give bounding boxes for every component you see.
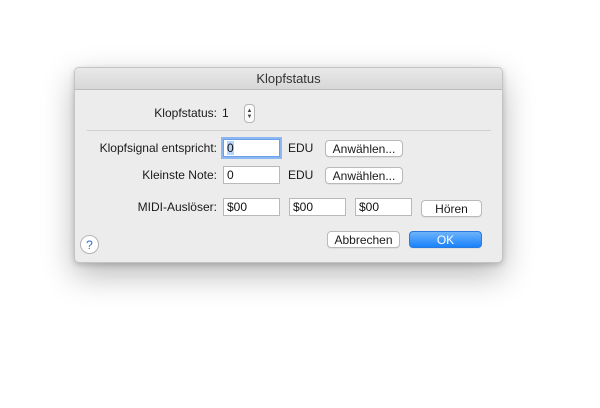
chevron-down-icon: ▼ [246, 113, 253, 120]
signal-label: Klopfsignal entspricht: [99, 141, 217, 155]
ok-button[interactable]: OK [409, 231, 482, 248]
midi-label: MIDI-Auslöser: [137, 200, 217, 214]
smallest-note-choose-button[interactable]: Anwählen... [325, 167, 403, 184]
help-button[interactable]: ? [80, 235, 99, 254]
cancel-button[interactable]: Abbrechen [327, 231, 400, 248]
status-label: Klopfstatus: [154, 106, 217, 120]
status-value: 1 [222, 106, 229, 120]
midi-input-3[interactable]: $00 [355, 198, 412, 216]
smallest-note-input[interactable]: 0 [223, 166, 280, 184]
smallest-note-label: Kleinste Note: [142, 168, 217, 182]
help-icon: ? [86, 238, 93, 252]
midi-input-1[interactable]: $00 [223, 198, 280, 216]
listen-button[interactable]: Hören [421, 200, 482, 217]
status-stepper[interactable]: ▲ ▼ [244, 104, 255, 123]
signal-unit: EDU [288, 141, 314, 155]
signal-input[interactable]: 0 [223, 139, 280, 157]
dialog-title: Klopfstatus [75, 68, 502, 90]
klopfstatus-dialog: Klopfstatus Klopfstatus: 1 ▲ ▼ Klopfsign… [74, 67, 503, 263]
midi-input-2[interactable]: $00 [289, 198, 346, 216]
signal-choose-button[interactable]: Anwählen... [325, 140, 403, 157]
separator [87, 130, 491, 131]
smallest-note-unit: EDU [288, 168, 314, 182]
